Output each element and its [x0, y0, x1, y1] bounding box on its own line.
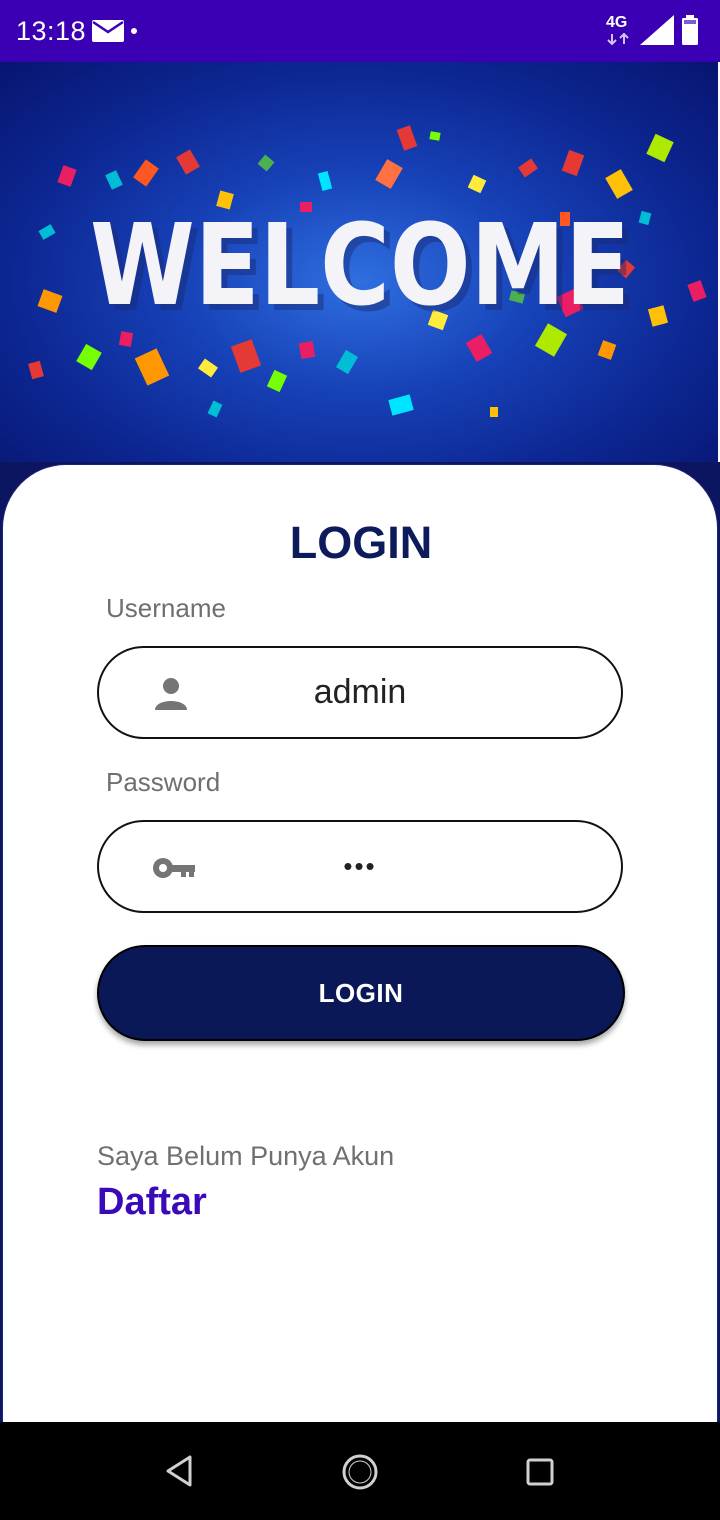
welcome-banner-graphic: WELCOME WELCOME: [28, 125, 707, 418]
mail-icon: [92, 20, 124, 42]
notification-dot-icon: [131, 28, 137, 34]
battery-icon: [682, 15, 698, 45]
navigation-bar: [0, 1422, 720, 1520]
network-type: 4G: [606, 14, 628, 31]
home-icon[interactable]: [340, 1452, 380, 1492]
register-link[interactable]: Daftar: [97, 1181, 207, 1224]
welcome-text: WELCOME: [90, 201, 630, 331]
login-button[interactable]: LOGIN: [97, 945, 625, 1041]
username-field[interactable]: admin: [97, 646, 623, 739]
password-input[interactable]: •••: [99, 822, 621, 911]
username-label: Username: [106, 593, 226, 623]
recents-icon[interactable]: [524, 1456, 556, 1488]
no-account-prompt: Saya Belum Punya Akun: [97, 1141, 395, 1171]
status-bar: 13:18 4G: [0, 0, 720, 62]
back-icon[interactable]: [164, 1454, 196, 1488]
welcome-banner: WELCOME WELCOME: [0, 62, 720, 462]
login-card: LOGIN Username admin Password ••• LOGIN …: [2, 464, 718, 1422]
password-field[interactable]: •••: [97, 820, 623, 913]
network-arrows-icon: [607, 32, 629, 46]
login-title: LOGIN: [289, 517, 433, 568]
status-time: 13:18: [16, 16, 87, 46]
signal-icon: [640, 15, 674, 45]
password-label: Password: [106, 767, 221, 797]
username-input[interactable]: admin: [99, 648, 621, 737]
